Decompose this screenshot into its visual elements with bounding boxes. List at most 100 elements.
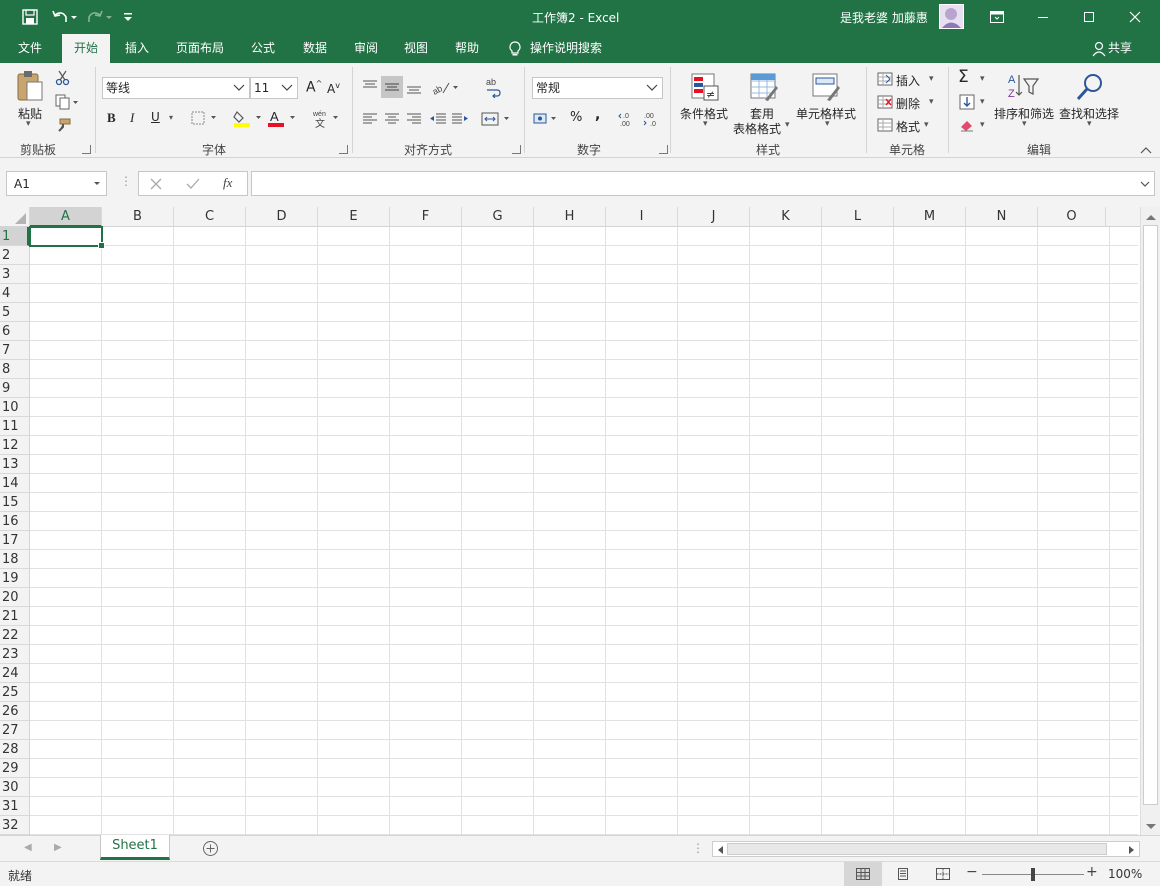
middle-align-icon[interactable] — [381, 76, 403, 98]
close-icon[interactable] — [1112, 0, 1158, 34]
clear-dropdown-icon[interactable]: ▾ — [980, 120, 985, 130]
vertical-scrollbar[interactable] — [1140, 207, 1160, 837]
comma-style-button[interactable]: , — [595, 107, 600, 123]
paste-icon[interactable] — [14, 69, 46, 103]
row-header-26[interactable]: 26 — [0, 702, 29, 721]
confirm-entry-icon[interactable] — [186, 177, 200, 194]
clipboard-launcher-icon[interactable] — [82, 145, 91, 154]
user-name[interactable]: 是我老婆 加藤惠 — [840, 9, 928, 26]
column-header-b[interactable]: B — [102, 207, 174, 227]
column-header-a[interactable]: A — [30, 207, 102, 227]
row-header-17[interactable]: 17 — [0, 531, 29, 550]
share-person-icon[interactable] — [1090, 40, 1108, 58]
row-header-12[interactable]: 12 — [0, 436, 29, 455]
format-painter-icon[interactable] — [54, 117, 72, 135]
row-header-23[interactable]: 23 — [0, 645, 29, 664]
increase-font-size-icon[interactable]: A^ — [306, 79, 322, 96]
row-header-6[interactable]: 6 — [0, 322, 29, 341]
active-cell[interactable] — [29, 226, 105, 249]
scroll-left-icon[interactable] — [716, 844, 724, 858]
clear-eraser-icon[interactable] — [958, 117, 976, 133]
row-header-22[interactable]: 22 — [0, 626, 29, 645]
scroll-down-icon[interactable] — [1145, 821, 1157, 835]
align-right-icon[interactable] — [404, 109, 424, 129]
cell-styles-dropdown-icon[interactable]: ▾ — [825, 119, 830, 129]
row-header-4[interactable]: 4 — [0, 284, 29, 303]
zoom-slider-thumb[interactable] — [1031, 868, 1035, 881]
font-size-select[interactable]: 11 — [250, 77, 298, 99]
tab-review[interactable]: 审阅 — [343, 34, 389, 63]
zoom-in-button[interactable]: + — [1086, 864, 1098, 880]
tab-data[interactable]: 数据 — [292, 34, 338, 63]
column-header-o[interactable]: O — [1038, 207, 1106, 227]
format-as-table-icon[interactable] — [748, 71, 780, 103]
sort-filter-icon[interactable]: AZ — [1006, 71, 1040, 103]
horizontal-scrollbar[interactable] — [712, 841, 1140, 857]
row-header-24[interactable]: 24 — [0, 664, 29, 683]
prev-sheet-icon[interactable]: ◀ — [24, 842, 32, 853]
tab-file[interactable]: 文件 — [6, 34, 54, 63]
scroll-up-icon[interactable] — [1145, 211, 1157, 225]
normal-view-button[interactable] — [844, 862, 882, 886]
column-header-c[interactable]: C — [174, 207, 246, 227]
orientation-icon[interactable]: ab — [430, 77, 460, 97]
row-header-11[interactable]: 11 — [0, 417, 29, 436]
borders-icon[interactable] — [190, 109, 220, 127]
insert-function-button[interactable]: fx — [223, 175, 232, 191]
column-header-k[interactable]: K — [750, 207, 822, 227]
scroll-right-icon[interactable] — [1128, 844, 1136, 858]
row-header-19[interactable]: 19 — [0, 569, 29, 588]
format-as-table-button[interactable]: 表格格式 — [733, 120, 781, 137]
redo-icon[interactable] — [86, 8, 114, 26]
new-sheet-icon[interactable] — [202, 840, 219, 860]
decrease-decimal-icon[interactable]: .00.0 — [642, 109, 662, 129]
font-name-select[interactable]: 等线 — [102, 77, 250, 99]
select-all-button[interactable] — [0, 207, 30, 227]
column-header-e[interactable]: E — [318, 207, 390, 227]
paste-dropdown-icon[interactable]: ▾ — [26, 119, 31, 129]
font-launcher-icon[interactable] — [339, 145, 348, 154]
row-header-18[interactable]: 18 — [0, 550, 29, 569]
row-header-7[interactable]: 7 — [0, 341, 29, 360]
cell-styles-icon[interactable] — [810, 71, 842, 103]
row-header-16[interactable]: 16 — [0, 512, 29, 531]
align-center-icon[interactable] — [382, 109, 402, 129]
column-header-n[interactable]: N — [966, 207, 1038, 227]
cut-icon[interactable] — [54, 69, 72, 87]
vertical-scroll-thumb[interactable] — [1143, 225, 1158, 805]
zoom-level[interactable]: 100% — [1108, 867, 1142, 881]
row-header-2[interactable]: 2 — [0, 246, 29, 265]
accounting-format-icon[interactable] — [532, 109, 562, 129]
sheet-tab-sheet1[interactable]: Sheet1 — [100, 835, 170, 860]
row-header-8[interactable]: 8 — [0, 360, 29, 379]
increase-decimal-icon[interactable]: .0.00 — [618, 109, 638, 129]
row-header-31[interactable]: 31 — [0, 797, 29, 816]
row-header-15[interactable]: 15 — [0, 493, 29, 512]
column-header-l[interactable]: L — [822, 207, 894, 227]
format-as-table-dropdown-icon[interactable]: ▾ — [785, 120, 790, 130]
avatar[interactable] — [939, 4, 964, 29]
copy-icon[interactable] — [54, 93, 80, 111]
customize-qat-icon[interactable] — [120, 8, 136, 26]
cell-grid[interactable] — [30, 227, 1138, 835]
chevron-down-icon[interactable] — [91, 174, 103, 197]
row-header-27[interactable]: 27 — [0, 721, 29, 740]
row-header-30[interactable]: 30 — [0, 778, 29, 797]
row-header-3[interactable]: 3 — [0, 265, 29, 284]
ribbon-display-options-icon[interactable] — [974, 0, 1020, 34]
bold-button[interactable]: B — [107, 110, 116, 126]
format-cells-dropdown-icon[interactable]: ▾ — [924, 120, 929, 130]
expand-formula-bar-icon[interactable] — [1139, 174, 1151, 197]
maximize-icon[interactable] — [1066, 0, 1112, 34]
decrease-indent-icon[interactable] — [428, 109, 448, 129]
format-cells-icon[interactable] — [876, 117, 894, 133]
row-header-29[interactable]: 29 — [0, 759, 29, 778]
conditional-formatting-dropdown-icon[interactable]: ▾ — [703, 119, 708, 129]
next-sheet-icon[interactable]: ▶ — [54, 842, 62, 853]
zoom-out-button[interactable]: − — [966, 864, 978, 880]
delete-cells-dropdown-icon[interactable]: ▾ — [929, 97, 934, 107]
cancel-entry-icon[interactable] — [149, 177, 163, 194]
formula-input[interactable] — [251, 171, 1155, 196]
wrap-text-icon[interactable]: ab — [482, 75, 504, 99]
fill-dropdown-icon[interactable]: ▾ — [980, 97, 985, 107]
